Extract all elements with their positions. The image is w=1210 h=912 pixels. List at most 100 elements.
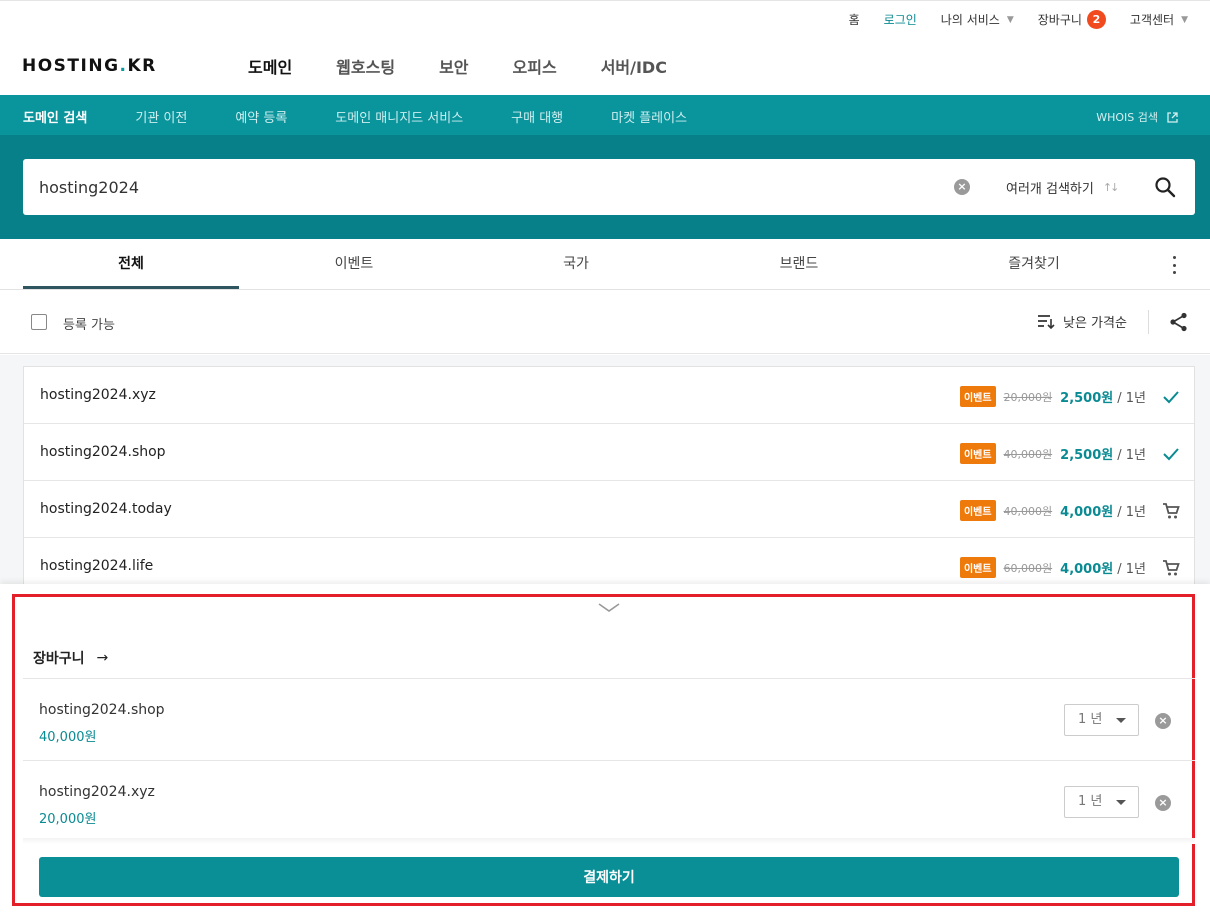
result-domain: hosting2024.life	[40, 558, 154, 574]
caret-down-icon: ▼	[1006, 14, 1014, 25]
tab-favorites[interactable]: 즐겨찾기	[926, 239, 1142, 289]
sale-price: 4,000원	[1060, 562, 1114, 577]
event-badge: 이벤트	[959, 500, 996, 521]
swap-icon: ↑↓	[1102, 181, 1120, 194]
remove-icon[interactable]: ×	[1155, 795, 1171, 811]
utility-bar: 홈 로그인 나의 서비스 ▼ 장바구니 2 고객센터 ▼	[0, 0, 1210, 36]
clear-icon[interactable]: ×	[954, 179, 970, 195]
main-nav-domain[interactable]: 도메인	[248, 54, 292, 78]
event-badge: 이벤트	[959, 386, 996, 407]
support-menu[interactable]: 고객센터 ▼	[1130, 11, 1188, 28]
caret-down-icon	[1116, 718, 1126, 723]
main-header: HOSTING.KR 도메인 웹호스팅 보안 오피스 서버/IDC	[0, 36, 1210, 95]
cart-item-domain: hosting2024.xyz	[39, 784, 155, 800]
cart-item: hosting2024.xyz 20,000원 1 년 ×	[23, 761, 1195, 843]
logo-text: HOSTING	[22, 56, 120, 76]
cart-item-domain: hosting2024.shop	[39, 702, 165, 718]
caret-down-icon	[1116, 800, 1126, 805]
cart-drawer: 장바구니 → hosting2024.shop 40,000원 1 년 × ho…	[0, 584, 1210, 912]
arrow-right-icon: →	[96, 650, 109, 666]
result-domain: hosting2024.xyz	[40, 387, 156, 403]
search-icon[interactable]	[1153, 175, 1177, 199]
share-icon[interactable]	[1169, 312, 1189, 332]
original-price: 40,000원	[1003, 447, 1053, 461]
period-select[interactable]: 1 년	[1064, 704, 1139, 736]
sub-nav-transfer[interactable]: 기관 이전	[135, 107, 187, 126]
result-domain: hosting2024.shop	[40, 444, 166, 460]
sale-price: 2,500원	[1060, 448, 1114, 463]
price-period: / 1년	[1117, 562, 1146, 577]
whois-label: WHOIS 검색	[1096, 111, 1158, 124]
original-price: 40,000원	[1003, 504, 1053, 518]
sub-nav-purchase-agent[interactable]: 구매 대행	[511, 107, 563, 126]
results-list: hosting2024.xyz 이벤트 20,000원 2,500원 / 1년 …	[23, 366, 1195, 595]
result-price: 이벤트 20,000원 2,500원 / 1년	[959, 386, 1180, 407]
cart-count-badge: 2	[1086, 10, 1106, 29]
support-label: 고객센터	[1129, 13, 1175, 27]
tab-all[interactable]: 전체	[23, 239, 239, 289]
whois-link[interactable]: WHOIS 검색	[1096, 109, 1178, 125]
my-service-menu[interactable]: 나의 서비스 ▼	[941, 11, 1014, 28]
utility-links: 홈 로그인 나의 서비스 ▼ 장바구니 2 고객센터 ▼	[825, 10, 1188, 29]
result-tabs: 전체 이벤트 국가 브랜드 즐겨찾기	[0, 239, 1210, 290]
cart-link[interactable]: 장바구니 2	[1038, 10, 1106, 29]
search-band: × 여러개 검색하기 ↑↓	[0, 135, 1210, 239]
event-badge: 이벤트	[959, 443, 996, 464]
sale-price: 2,500원	[1060, 391, 1114, 406]
price-period: / 1년	[1117, 391, 1146, 406]
tab-event[interactable]: 이벤트	[246, 239, 462, 289]
divider	[1148, 310, 1149, 334]
cart-icon[interactable]	[1162, 502, 1180, 520]
domain-search-input[interactable]	[39, 173, 919, 201]
check-icon[interactable]	[1162, 388, 1180, 406]
result-row[interactable]: hosting2024.xyz 이벤트 20,000원 2,500원 / 1년	[24, 367, 1194, 424]
main-nav-webhosting[interactable]: 웹호스팅	[336, 54, 395, 78]
cart-link-label: 장바구니	[1037, 13, 1082, 27]
original-price: 20,000원	[1003, 390, 1053, 404]
logo-suffix: KR	[127, 56, 157, 76]
cart-title-label: 장바구니	[33, 651, 85, 667]
cart-item-price: 40,000원	[39, 730, 97, 745]
result-row[interactable]: hosting2024.shop 이벤트 40,000원 2,500원 / 1년	[24, 424, 1194, 481]
cart-title[interactable]: 장바구니 →	[33, 648, 108, 668]
my-service-label: 나의 서비스	[940, 13, 1000, 27]
chevron-down-icon[interactable]	[598, 603, 620, 613]
main-nav-office[interactable]: 오피스	[513, 54, 557, 78]
result-price: 이벤트 60,000원 4,000원 / 1년	[959, 557, 1180, 578]
cart-item-price: 20,000원	[39, 812, 97, 827]
sort-button[interactable]: 낮은 가격순	[1037, 312, 1127, 331]
sub-nav-domain-search[interactable]: 도메인 검색	[23, 107, 87, 126]
sort-icon	[1038, 314, 1055, 329]
sub-nav-marketplace[interactable]: 마켓 플레이스	[611, 107, 687, 126]
more-options-icon[interactable]	[1170, 256, 1178, 274]
cart-icon[interactable]	[1162, 559, 1180, 577]
logo[interactable]: HOSTING.KR	[22, 56, 157, 76]
filter-bar: 등록 가능 낮은 가격순	[0, 290, 1210, 354]
result-price: 이벤트 40,000원 4,000원 / 1년	[959, 500, 1180, 521]
sub-nav-managed-service[interactable]: 도메인 매니지드 서비스	[335, 107, 463, 126]
login-link[interactable]: 로그인	[884, 11, 917, 28]
caret-down-icon: ▼	[1181, 14, 1188, 25]
tab-brand[interactable]: 브랜드	[691, 239, 907, 289]
remove-icon[interactable]: ×	[1155, 713, 1171, 729]
result-domain: hosting2024.today	[40, 501, 172, 517]
sale-price: 4,000원	[1060, 505, 1114, 520]
available-only-label[interactable]: 등록 가능	[63, 314, 115, 333]
sub-nav-reservation[interactable]: 예약 등록	[235, 107, 287, 126]
main-nav-server-idc[interactable]: 서버/IDC	[601, 54, 667, 78]
multi-search-label: 여러개 검색하기	[1006, 182, 1094, 197]
home-link[interactable]: 홈	[849, 11, 860, 28]
multi-search-button[interactable]: 여러개 검색하기 ↑↓	[1006, 178, 1120, 197]
checkout-button[interactable]: 결제하기	[39, 857, 1179, 897]
available-only-checkbox[interactable]	[31, 314, 47, 330]
result-row[interactable]: hosting2024.today 이벤트 40,000원 4,000원 / 1…	[24, 481, 1194, 538]
external-link-icon	[1167, 111, 1178, 123]
logo-dot: .	[119, 56, 128, 76]
search-box: × 여러개 검색하기 ↑↓	[23, 159, 1195, 215]
check-icon[interactable]	[1162, 445, 1180, 463]
period-select[interactable]: 1 년	[1064, 786, 1139, 818]
sub-nav-list: 도메인 검색 기관 이전 예약 등록 도메인 매니지드 서비스 구매 대행 마켓…	[23, 107, 735, 126]
tab-country[interactable]: 국가	[468, 239, 684, 289]
original-price: 60,000원	[1003, 561, 1053, 575]
main-nav-security[interactable]: 보안	[439, 54, 468, 78]
